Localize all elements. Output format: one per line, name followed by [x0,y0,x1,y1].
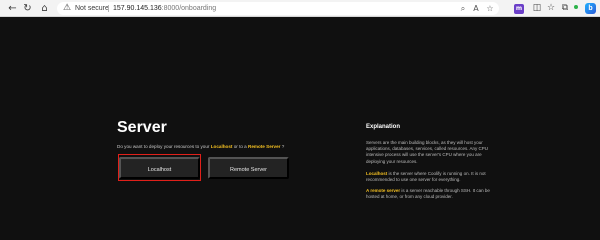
server-question: Do you want to deploy your resources to … [117,144,284,150]
split-screen-icon[interactable]: ◫ [531,2,543,15]
explanation-remote-term: A remote server [366,188,401,193]
explanation-remote: A remote server is a server reachable th… [366,188,490,200]
question-remote: Remote Server [248,144,281,149]
copilot-icon[interactable]: b [585,3,596,14]
collections-icon[interactable]: ⧉ [559,2,571,15]
question-localhost: Localhost [210,144,233,149]
question-prefix: Do you want to deploy your resources to … [117,144,210,149]
read-aloud-icon[interactable]: A [470,2,482,15]
favorites-bar-icon[interactable]: ☆ [545,2,557,15]
address-bar[interactable]: ⚠ Not secure 157.90.145.136:8000/onboard… [57,2,499,15]
explanation-localhost-term: Localhost [366,171,388,176]
reload-icon[interactable]: ↻ [21,2,34,15]
url-text[interactable]: 157.90.145.136:8000/onboarding [113,2,216,15]
remote-server-button[interactable]: Remote Server [208,157,289,179]
page-title: Server [117,119,167,136]
address-divider [108,5,109,12]
explanation-localhost: Localhost is the server where Coolify is… [366,171,490,183]
browser-toolbar: ← ↻ ⌂ ⚠ Not secure 157.90.145.136:8000/o… [0,0,600,17]
question-suffix: ? [281,144,285,149]
back-icon[interactable]: ← [6,2,19,15]
home-icon[interactable]: ⌂ [38,2,51,15]
zoom-icon[interactable]: ⌕ [457,2,469,15]
profile-icon[interactable] [574,5,578,9]
question-middle: or to a [233,144,247,149]
explanation-title: Explanation [366,124,401,130]
favorite-icon[interactable]: ☆ [484,2,496,15]
url-host: 157.90.145.136 [113,5,162,12]
url-path: :8000/onboarding [161,5,217,12]
extension-icon[interactable]: m [514,4,524,14]
security-label[interactable]: Not secure [75,2,109,15]
localhost-button[interactable]: Localhost [119,157,200,179]
warning-icon[interactable]: ⚠ [63,3,71,14]
explanation-servers: Servers are the main building blocks, as… [366,140,489,164]
